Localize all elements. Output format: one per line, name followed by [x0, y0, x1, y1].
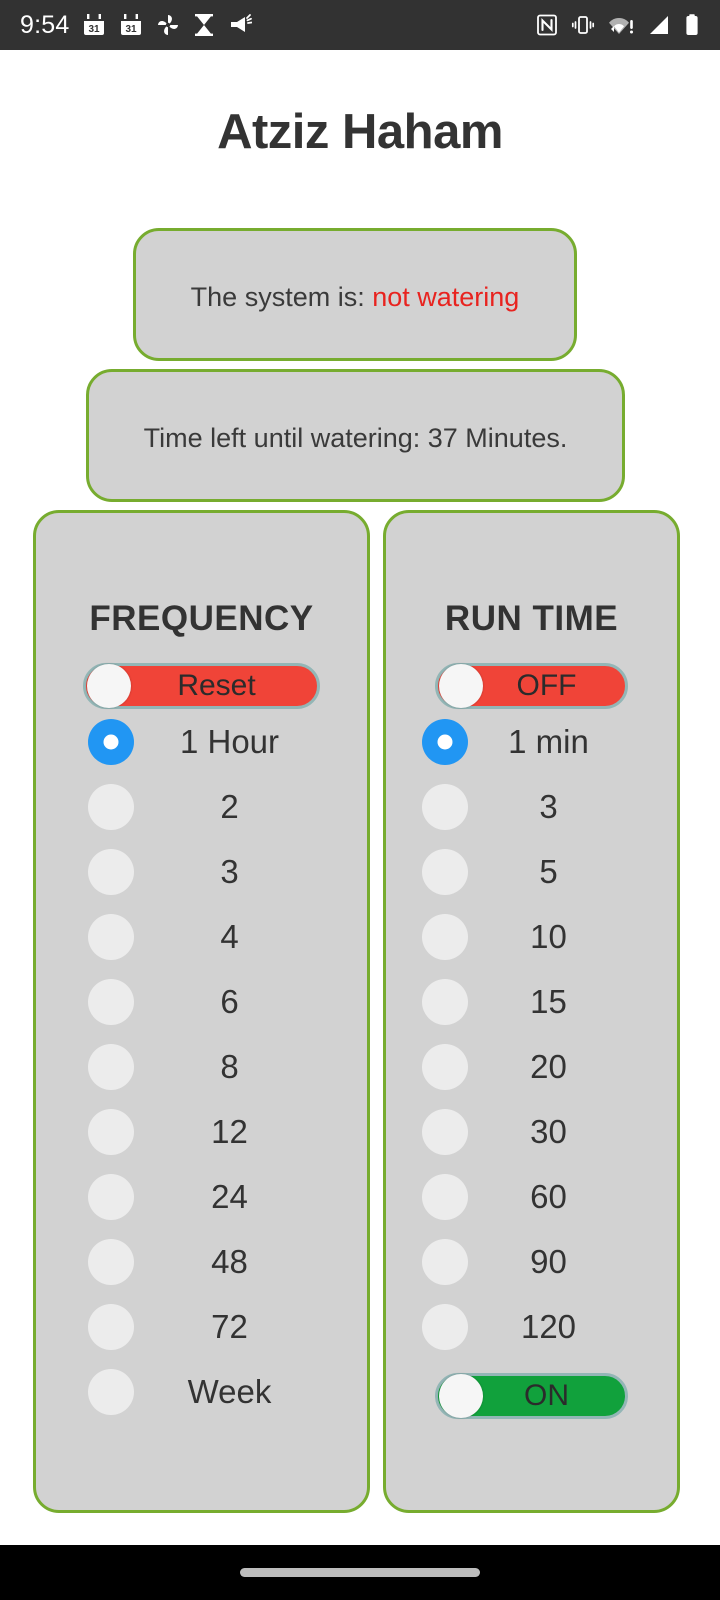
frequency-option-label: 2: [220, 787, 239, 825]
svg-text:31: 31: [126, 24, 138, 35]
reset-toggle-label: Reset: [177, 669, 256, 702]
status-bar: 9:54 31 31: [0, 0, 720, 50]
frequency-radio[interactable]: [88, 1108, 134, 1155]
runtime-on-toggle-knob[interactable]: [439, 1374, 483, 1418]
home-gesture-pill[interactable]: [240, 1568, 480, 1577]
frequency-option-label: 48: [211, 1242, 248, 1280]
frequency-option-label: 8: [220, 1047, 239, 1085]
frequency-radio[interactable]: [88, 913, 134, 960]
cellular-signal-icon: [647, 13, 671, 37]
battery-icon: [684, 13, 700, 37]
calendar-icon: 31: [119, 13, 143, 37]
runtime-option[interactable]: 15: [386, 969, 677, 1034]
frequency-radio[interactable]: [88, 718, 134, 765]
frequency-radio[interactable]: [88, 1238, 134, 1285]
frequency-option[interactable]: 12: [36, 1099, 367, 1164]
frequency-radio[interactable]: [88, 1303, 134, 1350]
runtime-radio[interactable]: [422, 1303, 468, 1350]
vibrate-icon: [571, 13, 595, 37]
svg-text:31: 31: [89, 24, 101, 35]
runtime-radio[interactable]: [422, 1043, 468, 1090]
frequency-panel: FREQUENCY Reset 1 Hour 2 3 4 6 8 12 24 48 72 Week: [33, 510, 370, 1513]
wifi-warning-icon: [608, 13, 634, 37]
pinwheel-icon: [156, 13, 180, 37]
frequency-option-list: 1 Hour 2 3 4 6 8 12 24 48 72 Week: [36, 709, 367, 1424]
frequency-radio[interactable]: [88, 1173, 134, 1220]
runtime-radio[interactable]: [422, 913, 468, 960]
frequency-option-label: 24: [211, 1177, 248, 1215]
runtime-option[interactable]: 90: [386, 1229, 677, 1294]
runtime-option[interactable]: 5: [386, 839, 677, 904]
nfc-icon: [536, 13, 558, 37]
runtime-radio[interactable]: [422, 718, 468, 765]
frequency-option-label: 1 Hour: [179, 722, 280, 760]
calendar-icon: 31: [82, 13, 106, 37]
page-title: Atziz Haham: [217, 105, 503, 159]
status-bar-right-group: [536, 13, 700, 37]
runtime-option[interactable]: 10: [386, 904, 677, 969]
runtime-radio[interactable]: [422, 848, 468, 895]
frequency-option[interactable]: 4: [36, 904, 367, 969]
frequency-radio[interactable]: [88, 783, 134, 830]
app-screen: 9:54 31 31 Atziz Haham The system is: no…: [0, 0, 720, 1600]
frequency-option[interactable]: 72: [36, 1294, 367, 1359]
frequency-radio[interactable]: [88, 848, 134, 895]
frequency-option[interactable]: 48: [36, 1229, 367, 1294]
frequency-option[interactable]: 24: [36, 1164, 367, 1229]
runtime-option[interactable]: 3: [386, 774, 677, 839]
megaphone-icon: [228, 13, 253, 37]
frequency-option[interactable]: Week: [36, 1359, 367, 1424]
runtime-panel-title: RUN TIME: [444, 599, 619, 638]
frequency-panel-title: FREQUENCY: [89, 599, 314, 638]
frequency-option[interactable]: 3: [36, 839, 367, 904]
system-status-prefix: The system is:: [190, 282, 373, 312]
time-left-text: Time left until watering: 37 Minutes.: [143, 423, 568, 453]
frequency-option-label: 6: [220, 982, 239, 1020]
frequency-option-label: 4: [220, 917, 239, 955]
frequency-option-label: 3: [220, 852, 239, 890]
reset-toggle[interactable]: Reset: [83, 663, 320, 709]
frequency-option[interactable]: 1 Hour: [36, 709, 367, 774]
system-status-value: not watering: [372, 282, 520, 312]
runtime-off-toggle[interactable]: OFF: [435, 663, 628, 709]
frequency-option-label: Week: [187, 1372, 272, 1410]
frequency-option[interactable]: 6: [36, 969, 367, 1034]
runtime-panel: RUN TIME OFF 1 min 3 5 10 15 20 30 60 90 120 ON: [383, 510, 680, 1513]
frequency-option[interactable]: 2: [36, 774, 367, 839]
runtime-option-list: 1 min 3 5 10 15 20 30 60 90 120: [386, 709, 677, 1359]
hourglass-icon: [193, 13, 215, 37]
time-left-card: Time left until watering: 37 Minutes.: [86, 369, 625, 502]
runtime-off-toggle-label: OFF: [516, 669, 577, 702]
system-status-card: The system is: not watering: [133, 228, 577, 361]
runtime-option[interactable]: 1 min: [386, 709, 677, 774]
runtime-on-toggle-label: ON: [524, 1379, 569, 1412]
status-bar-left-group: 9:54 31 31: [20, 10, 253, 40]
runtime-option[interactable]: 60: [386, 1164, 677, 1229]
frequency-option-label: 72: [211, 1307, 248, 1345]
runtime-on-toggle[interactable]: ON: [435, 1373, 628, 1419]
frequency-radio[interactable]: [88, 978, 134, 1025]
runtime-radio[interactable]: [422, 978, 468, 1025]
runtime-radio[interactable]: [422, 1108, 468, 1155]
runtime-radio[interactable]: [422, 783, 468, 830]
system-status-text: The system is: not watering: [191, 276, 520, 313]
runtime-radio[interactable]: [422, 1173, 468, 1220]
system-navigation-bar: [0, 1545, 720, 1600]
reset-toggle-knob[interactable]: [87, 664, 131, 708]
runtime-option[interactable]: 20: [386, 1034, 677, 1099]
runtime-off-toggle-knob[interactable]: [439, 664, 483, 708]
frequency-option-label: 12: [211, 1112, 248, 1150]
frequency-radio[interactable]: [88, 1043, 134, 1090]
runtime-option[interactable]: 120: [386, 1294, 677, 1359]
runtime-option[interactable]: 30: [386, 1099, 677, 1164]
frequency-option[interactable]: 8: [36, 1034, 367, 1099]
runtime-radio[interactable]: [422, 1238, 468, 1285]
status-bar-clock: 9:54: [20, 10, 70, 39]
frequency-radio[interactable]: [88, 1368, 134, 1415]
